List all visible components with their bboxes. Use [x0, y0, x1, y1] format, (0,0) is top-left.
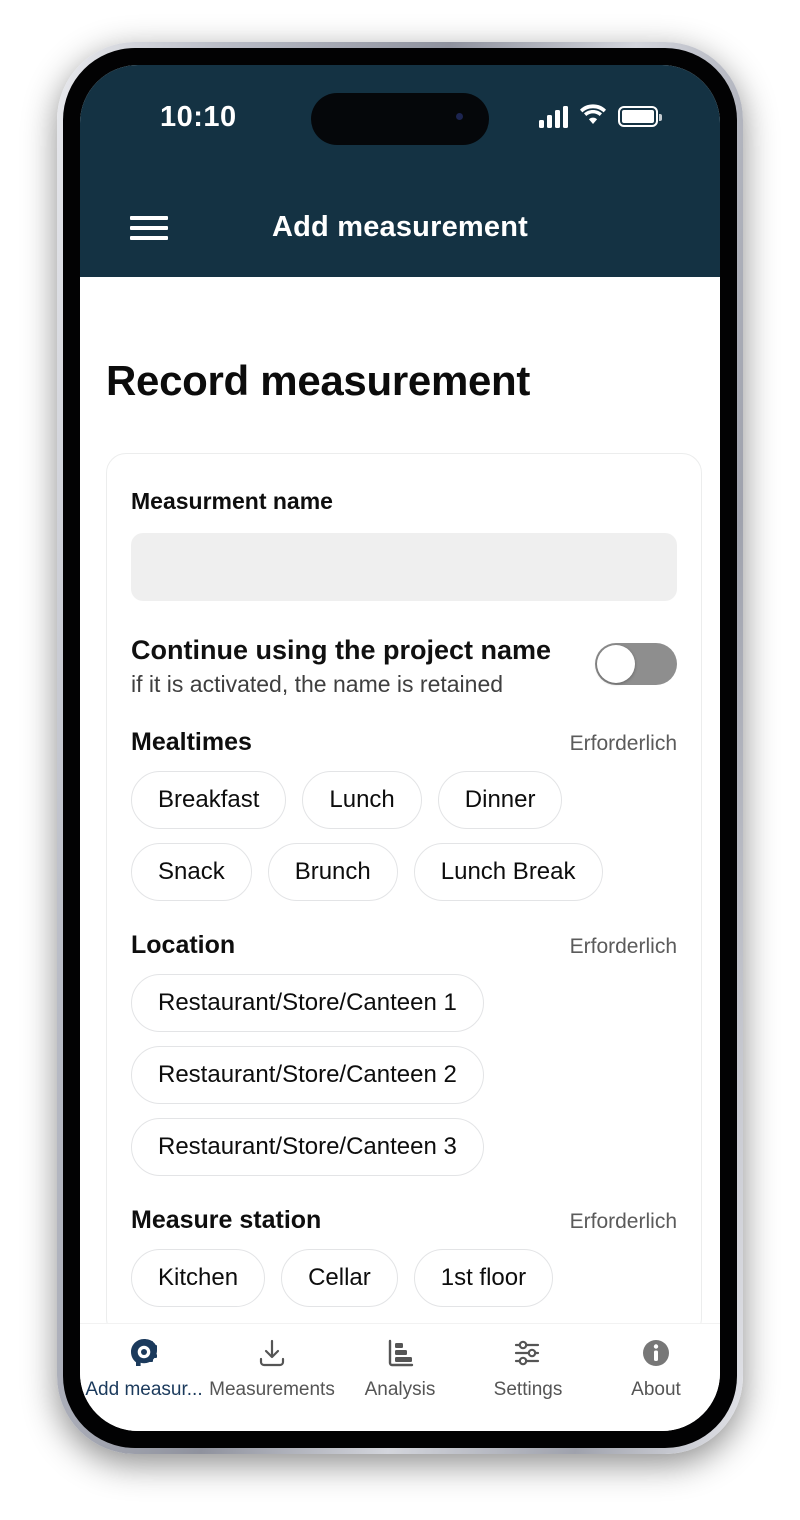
nav-item-label: Analysis [364, 1379, 436, 1400]
nav-item-label: Add measur... [85, 1379, 203, 1400]
measurement-form-card: Measurment name Continue using the proje… [106, 453, 702, 1323]
front-camera-icon [456, 113, 463, 120]
nav-item-add-measur[interactable]: Add measur... [80, 1334, 208, 1401]
section-mealtimes: Mealtimes Erforderlich Breakfast Lunch Dinne… [131, 728, 677, 902]
nav-item-label: Measurements [209, 1379, 335, 1400]
chip-option[interactable]: Lunch [302, 771, 422, 830]
chip-group: Kitchen Cellar 1st floor [131, 1249, 677, 1308]
section-header: Location Erforderlich [131, 931, 677, 960]
continue-project-name-toggle[interactable] [595, 643, 677, 685]
cellular-signal-icon [539, 105, 568, 128]
chip-option[interactable]: Snack [131, 843, 252, 902]
dynamic-island [311, 93, 489, 145]
wifi-icon [579, 103, 607, 130]
chip-option[interactable]: Brunch [267, 843, 398, 902]
app-bar-title: Add measurement [271, 211, 528, 243]
section-required-badge: Erforderlich [569, 732, 677, 756]
battery-icon [618, 106, 662, 127]
phone-bezel: 10:10 Add measurement Record measurement… [63, 48, 737, 1448]
toggle-texts: Continue using the project name if it is… [131, 635, 579, 698]
nav-item-settings[interactable]: Settings [464, 1334, 592, 1401]
section-title: Location [131, 931, 236, 960]
sliders-icon [512, 1334, 544, 1372]
nav-item-label: Settings [493, 1379, 563, 1400]
chip-option[interactable]: Breakfast [131, 771, 287, 830]
phone-screen: 10:10 Add measurement Record measurement… [80, 65, 720, 1431]
toggle-subtitle: if it is activated, the name is retained [131, 671, 504, 698]
status-icons [539, 103, 662, 130]
chip-option[interactable]: Restaurant/Store/Canteen 2 [131, 1046, 484, 1105]
app-bar: Add measurement [80, 185, 720, 277]
toggle-knob [597, 645, 635, 683]
chip-option[interactable]: Kitchen [131, 1249, 266, 1308]
chip-option[interactable]: Cellar [281, 1249, 398, 1308]
chip-option[interactable]: Dinner [437, 771, 563, 830]
status-bar: 10:10 [80, 65, 720, 185]
measure-tape-icon [127, 1334, 161, 1372]
nav-item-measurements[interactable]: Measurements [208, 1334, 336, 1401]
chip-option[interactable]: Restaurant/Store/Canteen 3 [131, 1118, 484, 1177]
section-header: Mealtimes Erforderlich [131, 728, 677, 757]
phone-frame: 10:10 Add measurement Record measurement… [57, 42, 743, 1454]
page-title: Record measurement [106, 357, 531, 404]
section-header: Measure station Erforderlich [131, 1206, 677, 1235]
bottom-navigation: Add measur... Measurements Analysis Setting… [80, 1323, 720, 1431]
nav-item-label: About [631, 1379, 681, 1400]
toggle-title: Continue using the project name [131, 635, 552, 665]
bar-chart-icon [384, 1334, 416, 1372]
section-title: Measure station [131, 1206, 322, 1235]
main-content: Record measurement Measurment name Conti… [80, 277, 720, 1323]
continue-project-name-row: Continue using the project name if it is… [131, 635, 677, 698]
chip-option[interactable]: Restaurant/Store/Canteen 1 [131, 974, 484, 1033]
section-required-badge: Erforderlich [569, 935, 677, 959]
info-circle-icon [640, 1334, 672, 1372]
top-bar: 10:10 Add measurement [80, 65, 720, 277]
section-measure-station: Measure station Erforderlich Kitchen Cellar… [131, 1206, 677, 1308]
chip-option[interactable]: Lunch Break [413, 843, 603, 902]
sections-host: Mealtimes Erforderlich Breakfast Lunch Dinne… [131, 728, 677, 1308]
chip-group: Breakfast Lunch Dinner Snack Brunch Lunch Bre… [131, 771, 677, 902]
nav-item-analysis[interactable]: Analysis [336, 1334, 464, 1401]
measurement-name-label: Measurment name [131, 488, 333, 514]
section-required-badge: Erforderlich [569, 1210, 677, 1234]
section-location: Location Erforderlich Restaurant/Store/Can… [131, 931, 677, 1177]
download-icon [256, 1334, 288, 1372]
section-title: Mealtimes [131, 728, 252, 757]
chip-group: Restaurant/Store/Canteen 1 Restaurant/Sto… [131, 974, 677, 1177]
nav-item-about[interactable]: About [592, 1334, 720, 1401]
chip-option[interactable]: 1st floor [413, 1249, 554, 1308]
status-time: 10:10 [160, 101, 237, 133]
measurement-name-input[interactable] [131, 533, 677, 601]
